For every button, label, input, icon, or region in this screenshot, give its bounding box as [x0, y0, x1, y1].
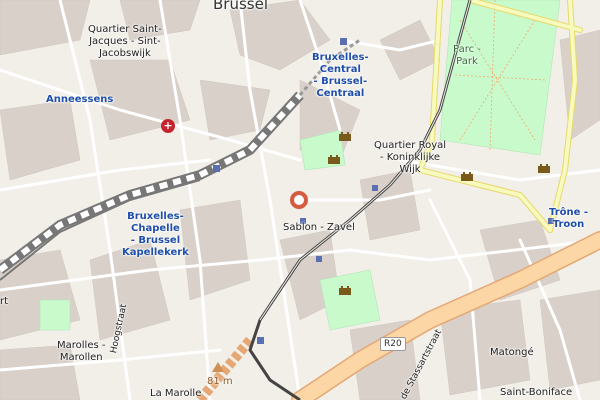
monument-icon[interactable] [338, 128, 352, 142]
district-label: Marolles - Marollen [57, 340, 106, 363]
monument-icon[interactable] [537, 160, 551, 174]
partial-label: rt [0, 296, 9, 307]
station-label: Anneessens [46, 94, 114, 105]
peak-icon [212, 362, 224, 372]
district-label: Quartier Saint- Jacques - Sint- Jacobswi… [88, 24, 162, 59]
monument-icon[interactable] [327, 151, 341, 165]
monument-icon[interactable] [460, 168, 474, 182]
district-label: La Marolle [150, 388, 202, 399]
district-label: Sablon - Zavel [283, 222, 355, 233]
station-label: Bruxelles- Chapelle - Brussel Kapelleker… [122, 211, 189, 258]
city-label: Brussel [213, 0, 268, 13]
monument-icon[interactable] [338, 282, 352, 296]
district-label: Saint-Boniface [500, 387, 573, 398]
elevation-label: 81 m [207, 376, 233, 387]
district-label: Matongé [490, 347, 534, 358]
station-label: Trône - Troon [549, 207, 589, 230]
map-view[interactable]: + Brussel Quartier Saint- Jacques - Sint… [0, 0, 600, 400]
road-shield: R20 [380, 337, 406, 351]
location-marker[interactable] [290, 191, 308, 209]
hospital-icon[interactable]: + [161, 119, 175, 133]
district-label: Quartier Royal - Koninklijke Wijk [374, 140, 447, 175]
park-label: Parc - Park [453, 44, 481, 67]
station-label: Bruxelles- Central - Brussel- Centraal [312, 52, 369, 99]
